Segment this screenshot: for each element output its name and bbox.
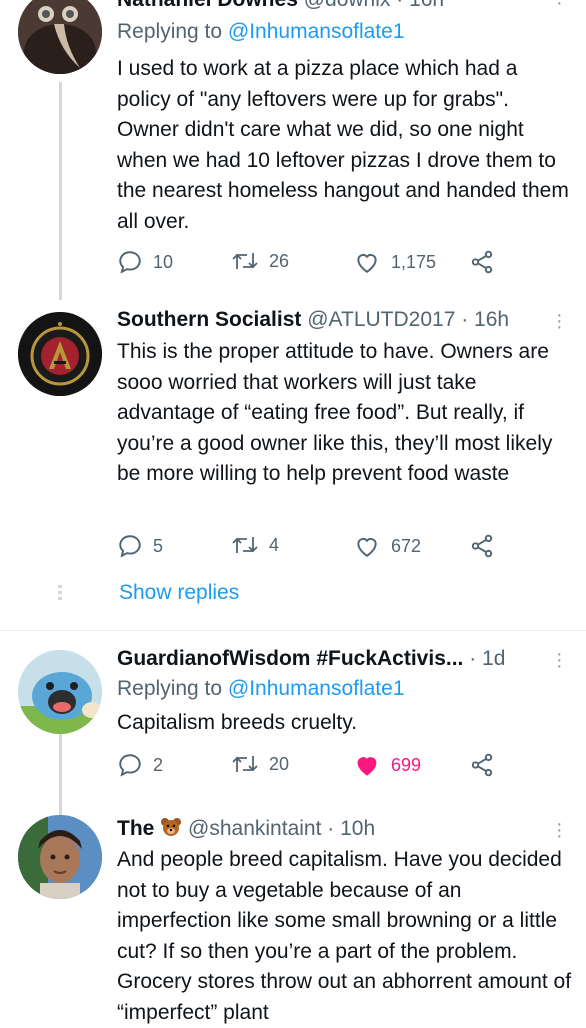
like-button[interactable]: 672	[353, 533, 421, 559]
author-handle[interactable]: @shankintaint	[188, 817, 321, 840]
tweet-actions: 10 26 1,175	[117, 249, 517, 279]
share-icon	[471, 250, 493, 274]
thread-continuation-line	[58, 585, 62, 603]
tweet-header: GuardianofWisdom #FuckActivis... · 1d	[117, 647, 505, 671]
tweet-nathaniel[interactable]: Nathaniel Dowhes @dowhix · 16h ·· Replyi…	[0, 0, 586, 300]
retweet-count: 26	[269, 250, 290, 271]
tweet-header: Southern Socialist @ATLUTD2017 · 16h	[117, 308, 509, 332]
like-count: 699	[391, 754, 422, 775]
retweet-icon	[232, 537, 258, 553]
person-avatar-icon	[18, 815, 102, 899]
tweet-time[interactable]: · 10h	[327, 817, 375, 840]
bear-emoji-icon	[160, 817, 182, 843]
reply-button[interactable]: 2	[117, 752, 163, 778]
avatar[interactable]	[18, 815, 102, 899]
author-handle[interactable]: @dowhix	[304, 0, 391, 11]
tweet-header: Nathaniel Dowhes @dowhix · 16h	[117, 0, 444, 12]
like-count: 1,175	[391, 251, 437, 272]
more-options-icon[interactable]: · · ·	[556, 644, 563, 676]
thread-line	[59, 82, 62, 300]
avatar[interactable]	[18, 0, 102, 74]
like-button[interactable]: 699	[353, 752, 421, 778]
share-icon	[471, 534, 493, 558]
author-name[interactable]: GuardianofWisdom #FuckActivis...	[117, 647, 463, 670]
replying-to: Replying to @Inhumansoflate1	[117, 20, 405, 44]
reply-count: 5	[153, 535, 164, 556]
heart-icon	[357, 254, 377, 273]
retweet-button[interactable]: 20	[231, 752, 289, 776]
more-options-icon[interactable]: · · ·	[556, 814, 563, 846]
replying-to-label: Replying to	[117, 20, 228, 43]
retweet-button[interactable]: 26	[231, 249, 289, 273]
heart-filled-icon	[357, 757, 377, 776]
author-name[interactable]: The	[117, 817, 154, 840]
more-options-icon[interactable]: ··	[556, 0, 563, 13]
atlanta-united-logo-icon	[18, 312, 102, 396]
tweet-time[interactable]: · 1d	[469, 647, 505, 670]
share-button[interactable]	[469, 249, 495, 275]
reply-count: 2	[153, 754, 164, 775]
reply-button[interactable]: 5	[117, 533, 163, 559]
replying-to: Replying to @Inhumansoflate1	[117, 677, 405, 701]
tweet-actions: 2 20 699	[117, 752, 517, 782]
author-handle[interactable]: @ATLUTD2017	[307, 308, 455, 331]
reply-icon	[119, 251, 141, 274]
tweet-southern-socialist[interactable]: Southern Socialist @ATLUTD2017 · 16h · · ·…	[0, 300, 586, 630]
share-button[interactable]	[469, 533, 495, 559]
tweet-text: And people breed capitalism. Have you de…	[117, 848, 572, 1024]
avatar[interactable]	[18, 650, 102, 734]
tweet-text: Capitalism breeds cruelty.	[117, 711, 358, 734]
reply-icon	[119, 754, 141, 777]
avatar[interactable]	[18, 312, 102, 396]
reply-count: 10	[153, 251, 174, 272]
retweet-button[interactable]: 4	[231, 533, 279, 557]
tweet-shankintaint[interactable]: The @shankintaint · 10h · · · And people b…	[0, 811, 586, 1024]
author-name[interactable]: Nathaniel Dowhes	[117, 0, 298, 11]
plague-doctor-avatar-icon	[18, 0, 102, 74]
replying-to-link[interactable]: @Inhumansoflate1	[228, 677, 405, 700]
tweet-time[interactable]: · 16h	[396, 0, 444, 11]
retweet-icon	[232, 253, 258, 269]
like-button[interactable]: 1,175	[353, 249, 436, 275]
tweet-header: The @shankintaint · 10h	[117, 817, 375, 843]
heart-icon	[357, 538, 377, 557]
tweet-actions: 5 4 672	[117, 533, 517, 563]
share-button[interactable]	[469, 752, 495, 778]
tweet-text: This is the proper attitude to have. Own…	[117, 340, 553, 485]
tweet-time[interactable]: · 16h	[461, 308, 509, 331]
more-options-icon[interactable]: · · ·	[556, 305, 563, 337]
cartoon-avatar-icon	[18, 650, 102, 734]
share-icon	[471, 753, 493, 777]
author-name[interactable]: Southern Socialist	[117, 308, 301, 331]
tweet-guardianofwisdom[interactable]: GuardianofWisdom #FuckActivis... · 1d · ·…	[0, 631, 586, 824]
retweet-count: 20	[269, 753, 290, 774]
like-count: 672	[391, 535, 422, 556]
show-replies-link[interactable]: Show replies	[119, 581, 239, 605]
reply-button[interactable]: 10	[117, 249, 173, 275]
reply-icon	[119, 535, 141, 558]
replying-to-link[interactable]: @Inhumansoflate1	[228, 20, 405, 43]
replying-to-label: Replying to	[117, 677, 228, 700]
retweet-icon	[232, 756, 258, 772]
retweet-count: 4	[269, 534, 280, 555]
tweet-text: I used to work at a pizza place which ha…	[117, 57, 569, 233]
